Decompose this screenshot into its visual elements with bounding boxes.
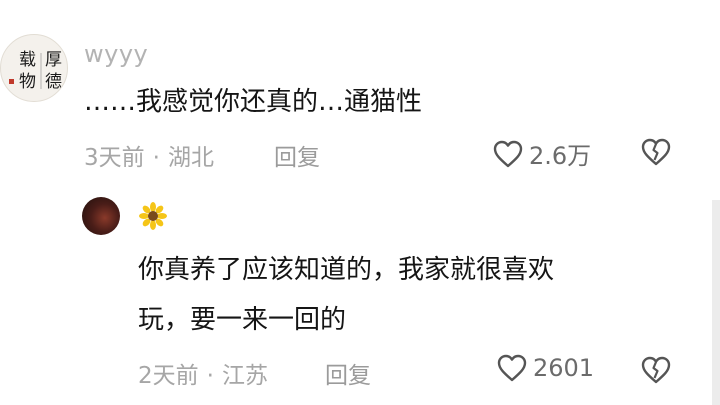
reply-button[interactable]: 回复: [274, 138, 320, 172]
dislike-button[interactable]: [641, 356, 671, 388]
svg-text:厚: 厚: [45, 50, 62, 70]
svg-text:载: 载: [19, 50, 36, 70]
reply-time: 2天前: [138, 363, 199, 389]
like-button[interactable]: 2.6万: [493, 136, 591, 171]
heart-icon: [497, 354, 527, 382]
reply-button[interactable]: 回复: [325, 356, 371, 390]
username[interactable]: wyyy: [84, 40, 148, 68]
broken-heart-icon: [641, 138, 671, 166]
heart-icon: [493, 140, 523, 167]
like-button[interactable]: 2601: [497, 354, 594, 382]
comment-time: 3天前: [84, 145, 145, 171]
reply-text-line-1: 你真养了应该知道的，我家就很喜欢: [138, 255, 555, 285]
reply-location: 江苏: [221, 363, 268, 389]
comment-text: ……我感觉你还真的…通猫性: [84, 87, 423, 117]
reply-item: 你真养了应该知道的，我家就很喜欢 玩，要一来一回的 2天前 · 江苏 回复 2601: [0, 180, 720, 405]
svg-text:德: 德: [45, 72, 62, 92]
comment-meta: 3天前 · 湖北: [84, 138, 214, 172]
like-count: 2.6万: [529, 142, 592, 170]
sunflower-icon: [139, 202, 167, 230]
svg-text:物: 物: [19, 72, 36, 92]
avatar[interactable]: [82, 197, 120, 235]
avatar[interactable]: 厚 德 载 物: [0, 34, 68, 102]
broken-heart-icon: [641, 356, 671, 384]
meta-separator: ·: [152, 145, 160, 171]
dislike-button[interactable]: [641, 138, 671, 170]
reply-text-line-2: 玩，要一来一回的: [138, 305, 347, 335]
like-count: 2601: [533, 354, 595, 382]
comment-location: 湖北: [167, 145, 214, 171]
comment-item: 厚 德 载 物 wyyy ……我感觉你还真的…通猫性 3天前 · 湖北 回复 2.6…: [0, 0, 720, 180]
scroll-edge: [712, 200, 720, 405]
reply-meta: 2天前 · 江苏: [138, 356, 268, 390]
calligraphy-avatar-image: 厚 德 载 物: [9, 50, 62, 92]
meta-separator: ·: [206, 363, 214, 389]
